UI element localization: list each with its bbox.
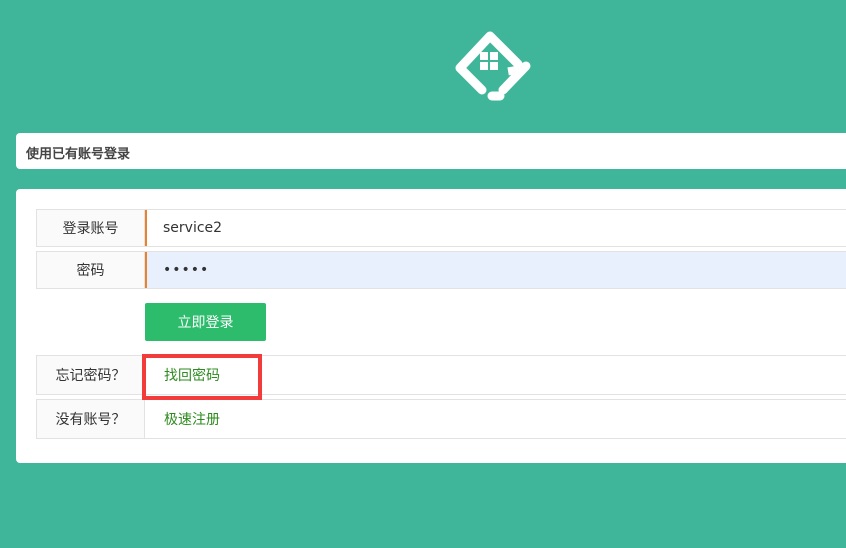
login-panel: 登录账号 service2 密码 ••••• 立即登录 忘记密码？ 找回密码 没… — [16, 189, 846, 463]
quick-register-link[interactable]: 极速注册 — [164, 409, 220, 429]
register-row: 没有账号？ 极速注册 — [36, 399, 846, 439]
password-row: 密码 ••••• — [36, 251, 846, 289]
forgot-password-label: 忘记密码？ — [37, 356, 145, 394]
section-title: 使用已有账号登录 — [26, 147, 131, 162]
account-row: 登录账号 service2 — [36, 209, 846, 247]
login-button[interactable]: 立即登录 — [145, 303, 266, 341]
forgot-password-field: 找回密码 — [145, 356, 846, 394]
account-input[interactable]: service2 — [145, 210, 846, 246]
password-label: 密码 — [37, 252, 145, 288]
recover-password-link[interactable]: 找回密码 — [164, 365, 220, 385]
forgot-password-row: 忘记密码？ 找回密码 — [36, 355, 846, 395]
register-label: 没有账号？ — [37, 400, 145, 438]
register-field: 极速注册 — [145, 400, 846, 438]
section-header: 使用已有账号登录 — [16, 133, 846, 169]
account-label: 登录账号 — [37, 210, 145, 246]
password-input[interactable]: ••••• — [145, 252, 846, 288]
logo-icon — [455, 31, 531, 101]
